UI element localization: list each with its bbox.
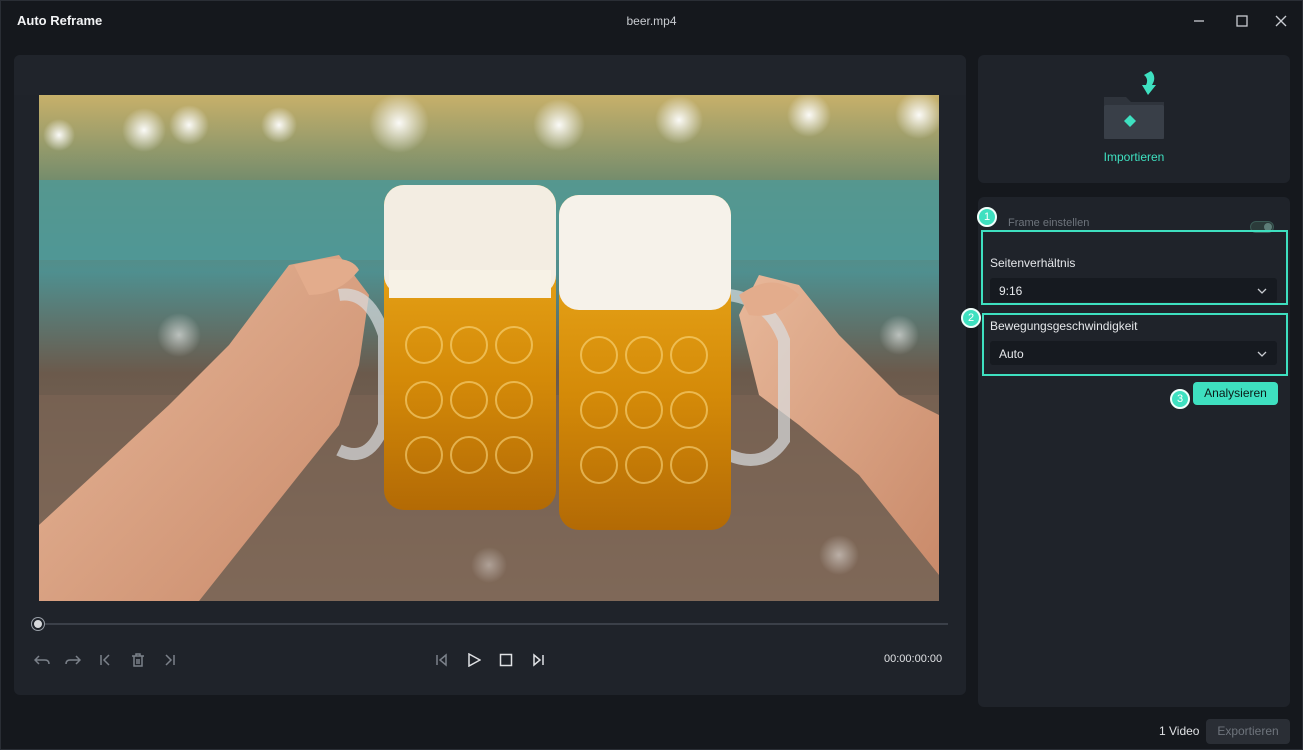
aspect-ratio-select[interactable]: 9:16 [990, 278, 1277, 302]
playhead-handle[interactable] [32, 618, 44, 630]
timecode: 00:00:00:00 [884, 653, 943, 665]
mark-in-button[interactable] [93, 649, 117, 671]
title-bar: Auto Reframe beer.mp4 [1, 1, 1302, 41]
file-name: beer.mp4 [626, 14, 677, 28]
close-icon [1275, 15, 1287, 27]
step-badge-3: 3 [1170, 389, 1190, 409]
video-frame-image [39, 95, 939, 601]
mark-out-button[interactable] [158, 649, 182, 671]
motion-speed-label: Bewegungsgeschwindigkeit [990, 319, 1138, 333]
chevron-down-icon [1257, 284, 1267, 298]
export-button[interactable]: Exportieren [1206, 719, 1290, 744]
import-panel[interactable]: Importieren [978, 55, 1290, 183]
motion-speed-select[interactable]: Auto [990, 341, 1277, 365]
next-frame-button[interactable] [527, 649, 551, 671]
analyze-button[interactable]: Analysieren [1193, 382, 1278, 405]
maximize-button[interactable] [1229, 9, 1255, 33]
chevron-down-icon [1257, 347, 1267, 361]
play-button[interactable] [462, 649, 486, 671]
redo-button[interactable] [61, 649, 85, 671]
delete-button[interactable] [126, 649, 150, 671]
preview-panel: 00:00:00:00 [14, 55, 966, 695]
mark-in-icon [100, 654, 110, 666]
aspect-ratio-label: Seitenverhältnis [990, 256, 1076, 270]
step-badge-2: 2 [961, 308, 981, 328]
video-count: 1 Video [1159, 724, 1200, 738]
import-label: Importieren [1103, 150, 1165, 164]
video-frame[interactable] [39, 95, 939, 601]
stop-icon [499, 653, 513, 667]
preview-header [14, 55, 966, 95]
aspect-ratio-value: 9:16 [999, 284, 1023, 298]
mark-out-icon [165, 654, 175, 666]
motion-speed-value: Auto [999, 347, 1024, 361]
import-folder-icon [1104, 71, 1164, 139]
redo-icon [65, 655, 81, 665]
minimize-icon [1194, 20, 1204, 22]
previous-frame-icon [436, 653, 447, 667]
previous-frame-button[interactable] [429, 649, 453, 671]
timeline-track[interactable] [38, 623, 948, 625]
next-frame-icon [533, 653, 544, 667]
undo-icon [34, 655, 50, 665]
close-button[interactable] [1268, 9, 1294, 33]
reframe-label: Frame einstellen [1008, 217, 1090, 229]
settings-panel: Frame einstellen Seitenverhältnis 9:16 B… [961, 197, 1290, 707]
trash-icon [132, 653, 144, 667]
stop-button[interactable] [494, 649, 518, 671]
maximize-icon [1236, 15, 1248, 27]
undo-button[interactable] [30, 649, 54, 671]
auto-reframe-window: Auto Reframe beer.mp4 00:00:00:00 Import… [0, 0, 1303, 750]
minimize-button[interactable] [1186, 9, 1212, 33]
step-badge-1: 1 [977, 207, 997, 227]
play-icon [468, 653, 481, 667]
